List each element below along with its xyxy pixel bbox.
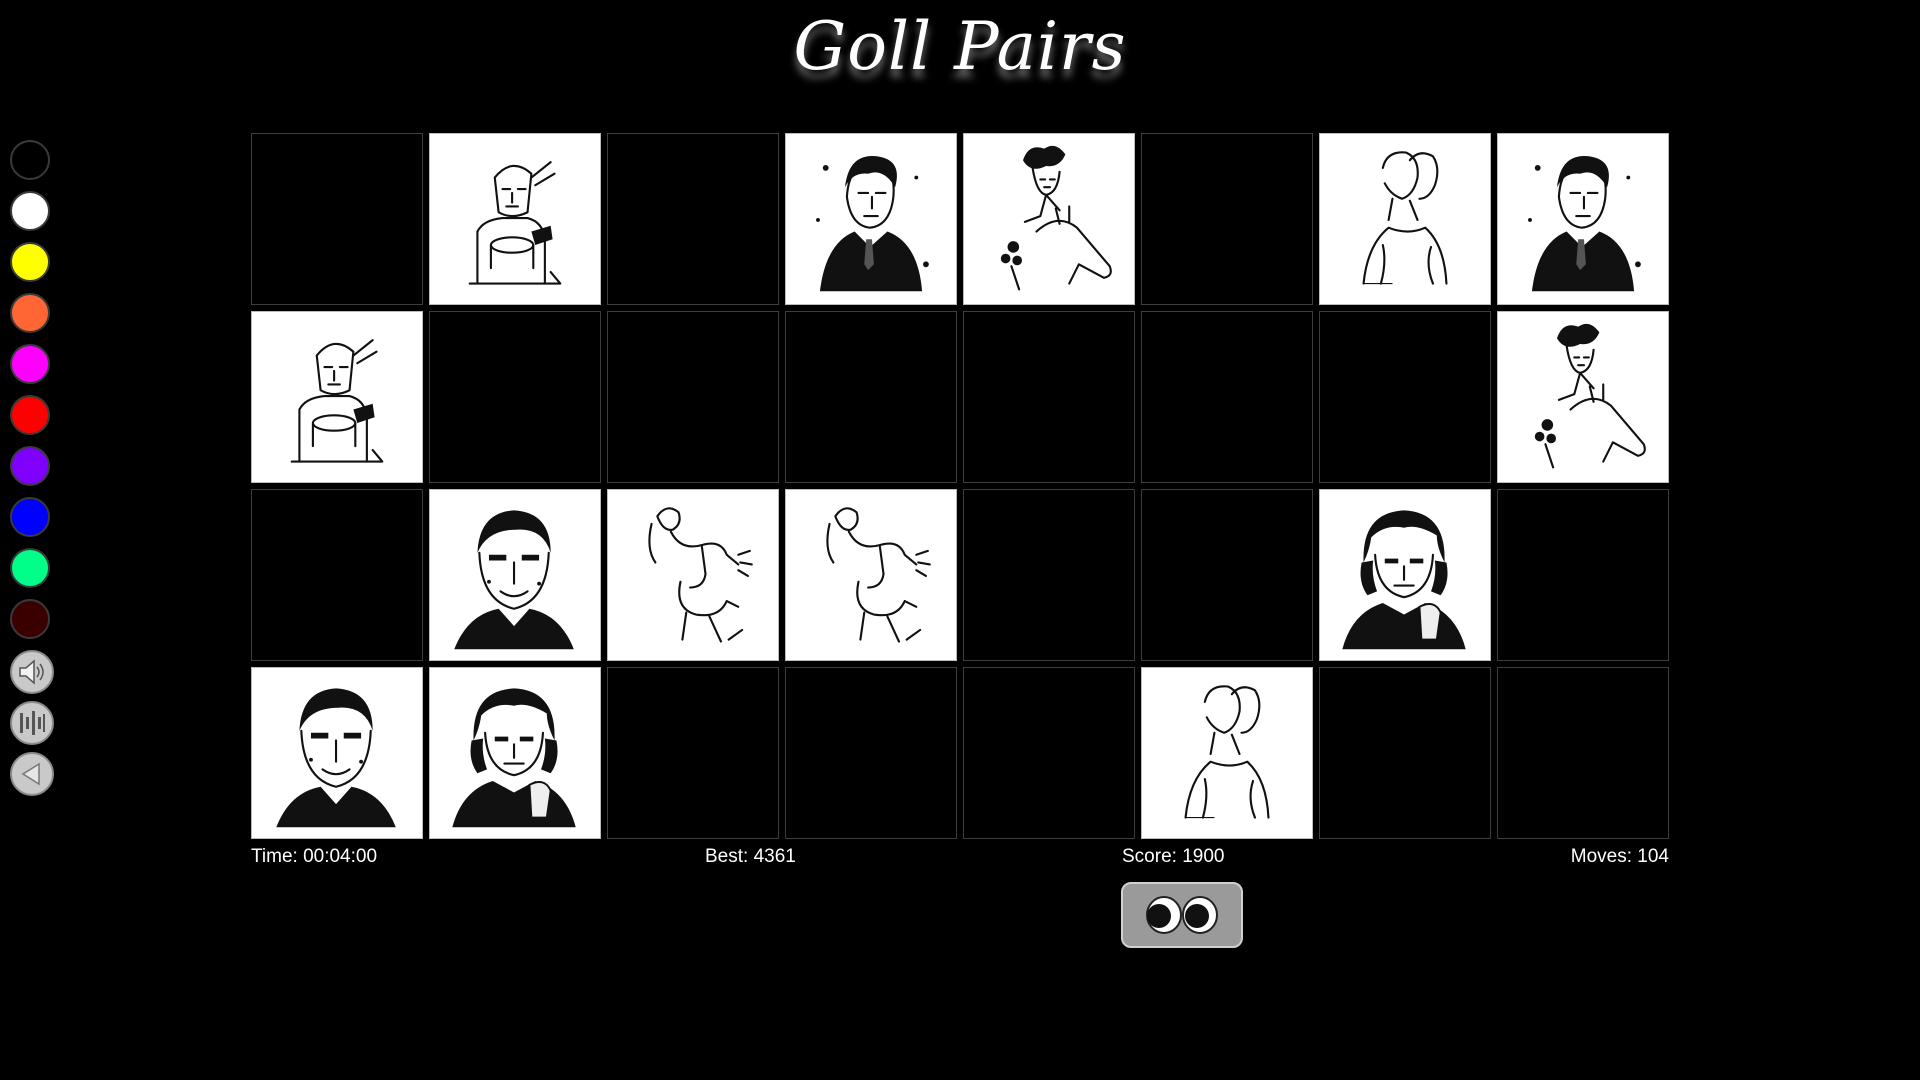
card-dancers[interactable]: [607, 489, 779, 661]
card-man-smile[interactable]: [251, 667, 423, 839]
man-tie-drawing: [816, 155, 929, 292]
time-display: Time: 00:04:00: [251, 846, 378, 867]
peek-button[interactable]: [1121, 882, 1243, 948]
card-hidden[interactable]: [1141, 133, 1313, 305]
color-swatch-yellow[interactable]: [10, 242, 50, 282]
sidebar: [10, 140, 54, 803]
card-woman-hand[interactable]: [1319, 489, 1491, 661]
card-man-tie[interactable]: [1497, 133, 1669, 305]
card-hidden[interactable]: [429, 311, 601, 483]
card-man-tie[interactable]: [785, 133, 957, 305]
sound-button[interactable]: [10, 650, 54, 694]
card-hidden[interactable]: [1319, 311, 1491, 483]
card-hidden[interactable]: [1497, 489, 1669, 661]
card-man-smile[interactable]: [429, 489, 601, 661]
card-jester[interactable]: [251, 311, 423, 483]
color-swatch-red[interactable]: [10, 395, 50, 435]
man-tie-drawing: [1528, 155, 1641, 292]
color-swatch-maroon[interactable]: [10, 599, 50, 639]
card-hidden[interactable]: [251, 133, 423, 305]
card-hidden[interactable]: [785, 667, 957, 839]
back-arrow-icon: [21, 762, 40, 786]
eyes-icon: [1146, 896, 1218, 934]
jester-drawing: [468, 161, 562, 285]
two-profiles-drawing: [1184, 685, 1270, 819]
color-swatch-green[interactable]: [10, 548, 50, 588]
color-swatch-orange[interactable]: [10, 293, 50, 333]
card-hidden[interactable]: [607, 667, 779, 839]
moves-counter: Moves: 104: [1570, 846, 1669, 867]
two-profiles-drawing: [1362, 151, 1448, 285]
card-hidden[interactable]: [1319, 667, 1491, 839]
color-swatch-magenta[interactable]: [10, 344, 50, 384]
man-smile-drawing: [276, 688, 396, 828]
best-score: Best: 4361: [705, 846, 796, 867]
back-button[interactable]: [10, 752, 54, 796]
color-swatch-blue[interactable]: [10, 497, 50, 537]
score-display: Score: 1900: [1122, 846, 1225, 867]
woman-hand-drawing: [1342, 510, 1466, 650]
speaker-icon: [19, 659, 44, 685]
card-two-profiles[interactable]: [1141, 667, 1313, 839]
card-lady-horse[interactable]: [1497, 311, 1669, 483]
color-swatch-white[interactable]: [10, 191, 50, 231]
card-hidden[interactable]: [251, 489, 423, 661]
card-board: [251, 133, 1669, 839]
card-hidden[interactable]: [963, 311, 1135, 483]
card-lady-horse[interactable]: [963, 133, 1135, 305]
card-hidden[interactable]: [1141, 489, 1313, 661]
color-swatch-black[interactable]: [10, 140, 50, 180]
equalizer-icon: [20, 711, 45, 735]
music-button[interactable]: [10, 701, 54, 745]
jester-drawing: [290, 339, 384, 463]
card-hidden[interactable]: [963, 489, 1135, 661]
woman-hand-drawing: [452, 688, 576, 828]
card-hidden[interactable]: [1497, 667, 1669, 839]
card-dancers[interactable]: [785, 489, 957, 661]
lady-horse-drawing: [1000, 145, 1112, 291]
game-title: Goll Pairs: [793, 8, 1127, 85]
man-smile-drawing: [454, 510, 574, 650]
dancers-drawing: [648, 507, 753, 643]
lady-horse-drawing: [1534, 323, 1646, 469]
dancers-drawing: [826, 507, 931, 643]
card-hidden[interactable]: [607, 311, 779, 483]
card-hidden[interactable]: [785, 311, 957, 483]
card-hidden[interactable]: [607, 133, 779, 305]
card-two-profiles[interactable]: [1319, 133, 1491, 305]
card-hidden[interactable]: [963, 667, 1135, 839]
card-hidden[interactable]: [1141, 311, 1313, 483]
color-swatch-purple[interactable]: [10, 446, 50, 486]
card-jester[interactable]: [429, 133, 601, 305]
card-woman-hand[interactable]: [429, 667, 601, 839]
